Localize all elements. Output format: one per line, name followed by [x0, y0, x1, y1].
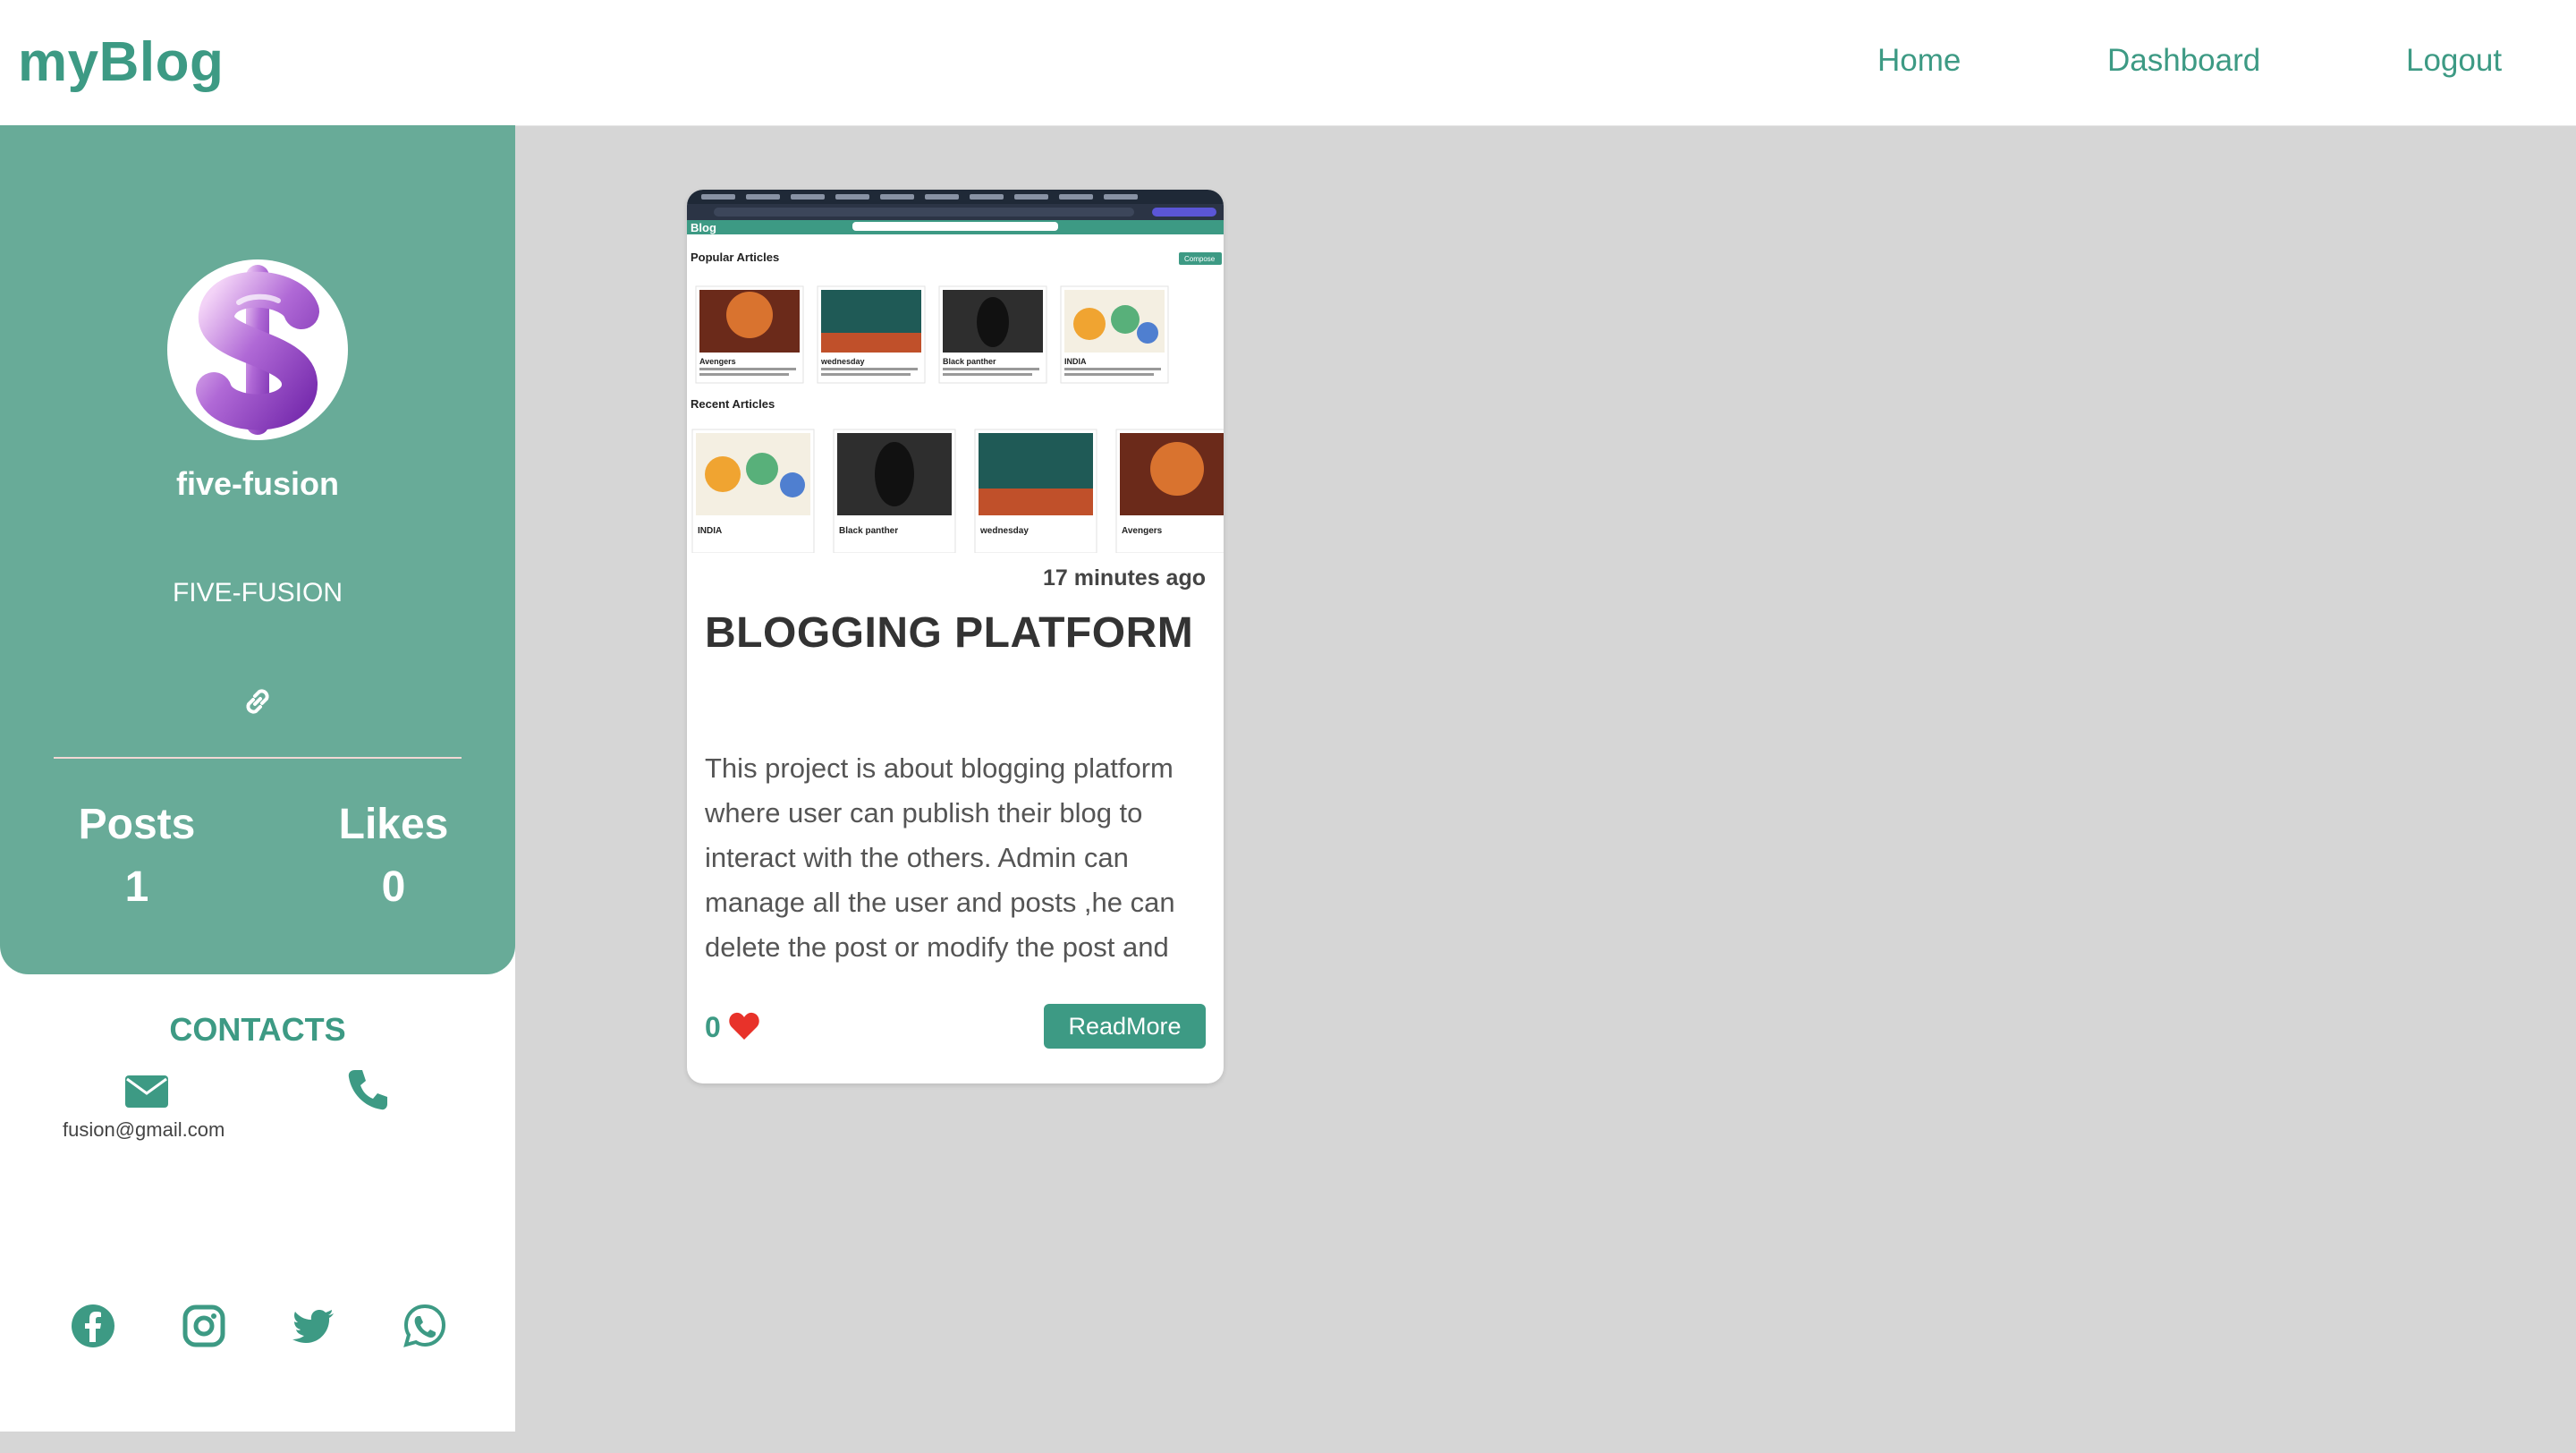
profile-card: five-fusion FIVE-FUSION Posts 1 Likes 0: [0, 125, 515, 974]
post-card[interactable]: Blog Popular Articles Compose Avengers w…: [687, 190, 1224, 1083]
read-more-button[interactable]: ReadMore: [1044, 1004, 1206, 1049]
nav-dashboard-link[interactable]: Dashboard: [2107, 43, 2260, 79]
thumbnail-compose-button: Compose: [1184, 255, 1216, 263]
thumbnail-brand: Blog: [691, 221, 716, 234]
post-excerpt: This project is about blogging platform …: [705, 752, 1175, 963]
nav-logout-link[interactable]: Logout: [2406, 43, 2502, 79]
instagram-icon[interactable]: [181, 1303, 227, 1349]
mail-icon[interactable]: [123, 1074, 170, 1109]
thumbnail-recent-title-4: Avengers: [1122, 526, 1163, 536]
profile-username: five-fusion: [175, 465, 339, 502]
dollar-balloon-icon: [196, 265, 319, 435]
thumbnail-recent-row: INDIA Black panther wednesday Avengers: [691, 429, 1224, 553]
nav-home-link[interactable]: Home: [1877, 43, 1961, 79]
whatsapp-icon[interactable]: [402, 1303, 448, 1349]
post-time-ago: 17 minutes ago: [1043, 565, 1206, 591]
profile-divider: [54, 757, 462, 759]
post-thumbnail: Blog Popular Articles Compose Avengers w…: [687, 190, 1224, 553]
posts-count: 1: [124, 863, 149, 911]
likes-count: 0: [381, 863, 406, 911]
likes-label: Likes: [338, 801, 449, 848]
phone-icon[interactable]: [344, 1066, 391, 1113]
thumbnail-recent-title-3: wednesday: [979, 526, 1029, 536]
post-like-count: 0: [705, 1011, 721, 1043]
post-title[interactable]: BLOGGING PLATFORM: [705, 608, 1193, 658]
link-icon[interactable]: [238, 682, 277, 721]
profile-sidebar: five-fusion FIVE-FUSION Posts 1 Likes 0 …: [0, 125, 515, 1432]
thumbnail-popular-title-2: wednesday: [820, 357, 865, 366]
brand-logo[interactable]: myBlog: [18, 30, 224, 94]
avatar: [167, 259, 348, 440]
top-navbar: myBlog Home Dashboard Logout: [0, 0, 2576, 126]
thumbnail-popular-title-4: INDIA: [1064, 357, 1087, 366]
heart-icon[interactable]: [728, 1011, 760, 1041]
thumbnail-popular-row: Avengers wednesday Black panther INDIA: [695, 285, 1169, 384]
contacts-title: CONTACTS: [169, 1011, 346, 1048]
thumbnail-popular-heading: Popular Articles: [691, 251, 779, 264]
thumbnail-recent-heading: Recent Articles: [691, 397, 775, 411]
twitter-icon[interactable]: [291, 1303, 337, 1349]
thumbnail-recent-title-2: Black panther: [839, 526, 898, 536]
thumbnail-popular-title-1: Avengers: [699, 357, 736, 366]
page-bottom-strip: [0, 1432, 2576, 1453]
profile-full-name: FIVE-FUSION: [172, 578, 343, 608]
posts-label: Posts: [78, 801, 196, 848]
contact-email[interactable]: fusion@gmail.com: [63, 1118, 225, 1142]
thumbnail-popular-title-3: Black panther: [943, 357, 996, 366]
facebook-icon[interactable]: [70, 1303, 116, 1349]
thumbnail-recent-title-1: INDIA: [698, 526, 722, 536]
